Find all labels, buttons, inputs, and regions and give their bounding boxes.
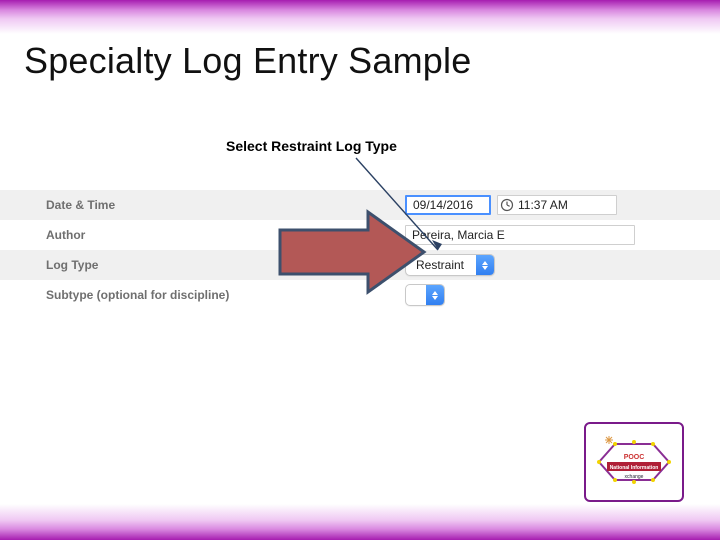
value-logtype: Restraint [405, 254, 720, 276]
slide: Specialty Log Entry Sample Select Restra… [0, 0, 720, 540]
page-title: Specialty Log Entry Sample [24, 40, 471, 82]
logo-text-2: National Information [610, 465, 659, 471]
logo-text-3: xchange [625, 474, 644, 480]
footer-gradient [0, 504, 720, 540]
logo-text-1: POOC [624, 454, 645, 461]
author-input[interactable] [405, 225, 635, 245]
arrow-emphasis-icon [272, 206, 432, 298]
clock-icon [500, 198, 514, 212]
instruction-text: Select Restraint Log Type [226, 138, 397, 154]
value-author [405, 225, 720, 245]
header-gradient [0, 0, 720, 34]
select-stepper-icon [476, 254, 494, 276]
time-field[interactable]: 11:37 AM [497, 195, 617, 215]
value-datetime: 11:37 AM [405, 195, 720, 215]
time-text: 11:37 AM [518, 198, 568, 212]
logo-badge: POOC National Information xchange [584, 422, 684, 502]
value-subtype [405, 284, 720, 306]
vegas-sign-icon: POOC National Information xchange [593, 432, 675, 492]
